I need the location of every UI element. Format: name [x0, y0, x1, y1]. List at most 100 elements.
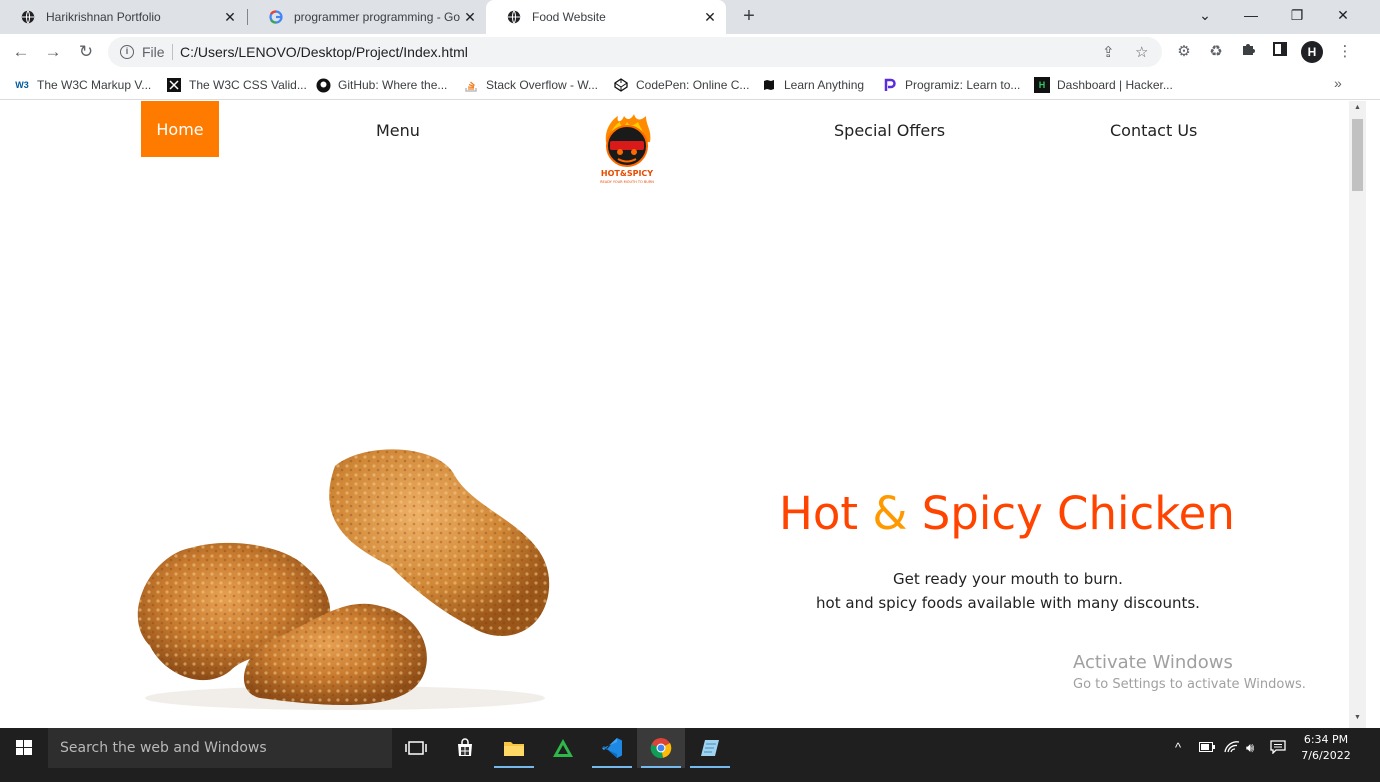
action-center-icon[interactable]	[1270, 740, 1286, 757]
nav-menu-link[interactable]: Menu	[376, 121, 420, 140]
back-arrow-icon[interactable]: ←	[10, 41, 32, 63]
tray-expand-chevron-icon[interactable]: ^	[1175, 740, 1181, 755]
vscode-icon	[602, 738, 622, 758]
volume-icon[interactable]: 🔊︎	[1246, 740, 1254, 756]
bookmark-programiz[interactable]: Programiz: Learn to...	[882, 76, 1020, 94]
bookmark-stackoverflow[interactable]: Stack Overflow - W...	[463, 76, 598, 94]
restore-button[interactable]: ❐	[1274, 0, 1320, 30]
bookmark-label: Dashboard | Hacker...	[1057, 78, 1173, 92]
globe-icon	[506, 9, 522, 25]
start-button[interactable]	[0, 728, 48, 768]
page-scrollbar[interactable]	[1349, 101, 1366, 728]
bookmark-label: GitHub: Where the...	[338, 78, 448, 92]
chrome-icon	[650, 738, 672, 759]
hackerrank-icon: H	[1034, 77, 1050, 93]
taskbar-vscode[interactable]	[588, 728, 636, 768]
github-icon	[315, 77, 331, 93]
bookmark-codepen[interactable]: CodePen: Online C...	[613, 76, 749, 94]
notepad-icon	[701, 740, 719, 756]
scheme-label: File	[142, 44, 165, 60]
bookmark-github[interactable]: GitHub: Where the...	[315, 76, 447, 94]
star-bookmark-icon[interactable]: ☆	[1135, 43, 1148, 61]
bookmark-label: Programiz: Learn to...	[905, 78, 1021, 92]
scroll-down-arrow-icon[interactable]: ▼	[1352, 714, 1363, 721]
activate-windows-title: Activate Windows	[1073, 652, 1233, 673]
bookmark-label: Stack Overflow - W...	[486, 78, 599, 92]
map-icon	[761, 77, 777, 93]
taskbar-app-green[interactable]	[539, 728, 587, 768]
bookmark-label: The W3C Markup V...	[37, 78, 152, 92]
bookmark-w3c-css[interactable]: The W3C CSS Valid...	[166, 76, 307, 94]
share-icon[interactable]: ⇪	[1102, 43, 1115, 61]
task-view-icon	[405, 741, 427, 755]
taskbar-notepad[interactable]	[686, 728, 734, 768]
taskbar-store[interactable]	[441, 728, 489, 768]
tab-search-dropdown-icon[interactable]: ⌄	[1182, 0, 1228, 30]
stackoverflow-icon	[463, 77, 479, 93]
url-text[interactable]: C:/Users/LENOVO/Desktop/Project/Index.ht…	[180, 44, 468, 60]
divider	[172, 44, 173, 60]
hero-title: Hot & Spicy Chicken	[779, 487, 1235, 540]
nav-special-offers-link[interactable]: Special Offers	[834, 121, 945, 140]
bookmark-label: CodePen: Online C...	[636, 78, 750, 92]
battery-icon[interactable]	[1199, 740, 1215, 755]
nav-home-link[interactable]: Home	[141, 101, 219, 157]
search-placeholder: Search the web and Windows	[60, 740, 267, 756]
tab-title: programmer programming - Goo	[294, 10, 460, 24]
task-view-button[interactable]	[392, 728, 440, 768]
hero-subtitle-line2: hot and spicy foods available with many …	[816, 594, 1200, 612]
reload-icon[interactable]: ↻	[75, 41, 97, 63]
close-tab-icon[interactable]: ✕	[220, 9, 240, 26]
logo-brand-name: HOT&SPICY	[600, 169, 654, 178]
address-bar[interactable]: i File C:/Users/LENOVO/Desktop/Project/I…	[108, 37, 1162, 67]
side-panel-icon[interactable]	[1269, 41, 1291, 63]
nav-contact-us-link[interactable]: Contact Us	[1110, 121, 1197, 140]
minimize-button[interactable]: —	[1228, 0, 1274, 30]
scrollbar-thumb[interactable]	[1352, 119, 1363, 191]
close-tab-icon[interactable]: ✕	[700, 9, 720, 26]
bookmark-hackerrank[interactable]: H Dashboard | Hacker...	[1034, 76, 1173, 94]
w3c-icon: W3	[15, 80, 29, 90]
extension-gear-icon[interactable]: ⚙	[1173, 41, 1195, 63]
clock-time: 6:34 PM	[1303, 733, 1349, 746]
taskbar-clock[interactable]: 6:34 PM 7/6/2022	[1296, 732, 1356, 764]
programiz-icon	[882, 77, 898, 93]
more-menu-icon[interactable]: ⋮	[1334, 41, 1356, 63]
store-icon	[458, 738, 472, 756]
taskbar-file-explorer[interactable]	[490, 728, 538, 768]
bookmark-learn-anything[interactable]: Learn Anything	[761, 76, 864, 94]
scroll-up-arrow-icon[interactable]: ▲	[1352, 104, 1363, 111]
globe-icon	[20, 9, 36, 25]
site-info-icon[interactable]: i	[120, 45, 134, 59]
taskbar-search-box[interactable]: Search the web and Windows	[48, 728, 392, 768]
css-validator-icon	[166, 77, 182, 93]
codepen-icon	[613, 77, 629, 93]
profile-avatar[interactable]: H	[1301, 41, 1323, 63]
recycle-extension-icon[interactable]: ♻	[1205, 41, 1227, 63]
tab-google-search[interactable]: programmer programming - Goo ✕	[248, 0, 486, 34]
bookmarks-overflow-icon[interactable]: »	[1334, 75, 1342, 91]
taskbar-chrome[interactable]	[637, 728, 685, 768]
page-viewport	[0, 101, 1366, 728]
logo-tagline: READY YOUR MOUTH TO BURN	[600, 180, 654, 184]
close-window-button[interactable]: ✕	[1320, 0, 1366, 30]
bookmark-label: The W3C CSS Valid...	[189, 78, 307, 92]
hero-title-spicy-chicken: Spicy Chicken	[907, 487, 1235, 540]
new-tab-button[interactable]: +	[738, 5, 760, 27]
activate-windows-subtitle: Go to Settings to activate Windows.	[1073, 677, 1306, 692]
close-tab-icon[interactable]: ✕	[460, 9, 480, 26]
tab-food-website[interactable]: Food Website ✕	[486, 0, 726, 34]
tab-title: Food Website	[532, 10, 606, 24]
folder-icon	[504, 742, 524, 756]
tab-strip: Harikrishnan Portfolio ✕ programmer prog…	[0, 0, 1380, 34]
fried-chicken-image	[137, 449, 550, 710]
clock-date: 7/6/2022	[1301, 749, 1351, 762]
bookmarks-bar: W3 The W3C Markup V... The W3C CSS Valid…	[0, 70, 1380, 100]
bookmark-w3c-markup[interactable]: W3 The W3C Markup V...	[14, 76, 151, 94]
hero-subtitle-line1: Get ready your mouth to burn.	[893, 570, 1123, 588]
forward-arrow-icon[interactable]: →	[42, 41, 64, 63]
tab-portfolio[interactable]: Harikrishnan Portfolio ✕	[0, 0, 246, 34]
wifi-icon[interactable]	[1224, 740, 1240, 757]
green-triangle-app-icon	[553, 739, 573, 757]
puzzle-extensions-icon[interactable]	[1237, 41, 1259, 63]
